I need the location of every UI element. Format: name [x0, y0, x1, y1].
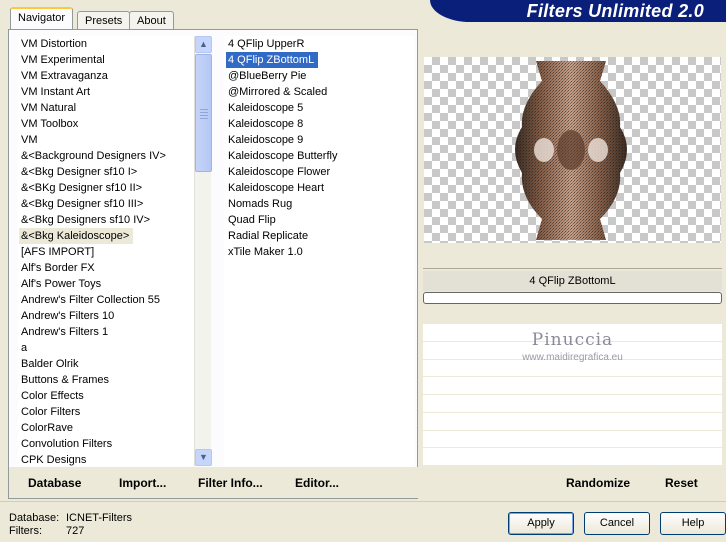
list-item[interactable]: ColorRave: [19, 422, 73, 434]
list-item[interactable]: Andrew's Filters 10: [19, 310, 114, 322]
watermark-url: www.maidiregrafica.eu: [522, 352, 623, 363]
list-item[interactable]: a: [19, 342, 27, 354]
list-item[interactable]: @BlueBerry Pie: [226, 70, 306, 82]
scroll-down-button[interactable]: ▼: [195, 449, 212, 466]
right-action-bar: Randomize Reset: [423, 467, 722, 498]
reset-button[interactable]: Reset: [665, 476, 698, 490]
list-item[interactable]: VM Distortion: [19, 38, 87, 50]
list-item[interactable]: &<Bkg Designers sf10 IV>: [19, 214, 150, 226]
database-value: ICNET-Filters: [66, 512, 132, 524]
list-item[interactable]: @Mirrored & Scaled: [226, 86, 327, 98]
list-item[interactable]: Kaleidoscope Heart: [226, 182, 324, 194]
list-item[interactable]: VM Instant Art: [19, 86, 90, 98]
list-item[interactable]: VM Extravaganza: [19, 70, 108, 82]
list-item[interactable]: VM Toolbox: [19, 118, 78, 130]
list-item[interactable]: &<Bkg Designer sf10 I>: [19, 166, 137, 178]
list-item[interactable]: Radial Replicate: [226, 230, 308, 242]
tab-navigator[interactable]: Navigator: [10, 7, 74, 29]
category-list-scrollbar[interactable]: ▲ ▼: [194, 36, 212, 466]
app-title-banner: Filters Unlimited 2.0: [430, 0, 726, 22]
list-item[interactable]: &<Bkg Designer sf10 III>: [19, 198, 143, 210]
list-item[interactable]: 4 QFlip UpperR: [226, 38, 304, 50]
filters-label: Filters:: [9, 525, 42, 537]
preview-image: [424, 57, 721, 243]
list-item[interactable]: Andrew's Filters 1: [19, 326, 108, 338]
filters-count: 727: [66, 525, 85, 537]
list-item[interactable]: Balder Olrik: [19, 358, 78, 370]
list-item[interactable]: Kaleidoscope 5: [226, 102, 303, 114]
filter-list[interactable]: 4 QFlip UpperR 4 QFlip ZBottomL @BlueBerry…: [224, 36, 414, 466]
import-button[interactable]: Import...: [119, 476, 166, 490]
list-item[interactable]: Color Filters: [19, 406, 80, 418]
list-item[interactable]: VM: [19, 134, 38, 146]
database-button[interactable]: Database: [28, 476, 81, 490]
category-list[interactable]: VM Distortion VM Experimental VM Extravaga…: [18, 36, 194, 466]
list-item[interactable]: Alf's Power Toys: [19, 278, 101, 290]
list-item[interactable]: [AFS IMPORT]: [19, 246, 94, 258]
apply-button[interactable]: Apply: [508, 512, 574, 535]
list-item[interactable]: VM Experimental: [19, 54, 105, 66]
scroll-up-button[interactable]: ▲: [195, 36, 212, 53]
list-item[interactable]: VM Natural: [19, 102, 76, 114]
list-item[interactable]: Buttons & Frames: [19, 374, 109, 386]
filter-info-button[interactable]: Filter Info...: [198, 476, 263, 490]
randomize-button[interactable]: Randomize: [566, 476, 630, 490]
list-item[interactable]: Color Effects: [19, 390, 84, 402]
list-item[interactable]: Alf's Border FX: [19, 262, 95, 274]
list-item[interactable]: &<BKg Designer sf10 II>: [19, 182, 142, 194]
list-item[interactable]: &<Bkg Kaleidoscope>: [19, 228, 134, 244]
cancel-button[interactable]: Cancel: [584, 512, 650, 535]
list-item[interactable]: Convolution Filters: [19, 438, 112, 450]
list-item[interactable]: 4 QFlip ZBottomL: [226, 52, 319, 68]
help-button[interactable]: Help: [660, 512, 726, 535]
left-action-bar: Database Import... Filter Info... Editor…: [9, 467, 418, 498]
tab-about[interactable]: About: [129, 11, 174, 31]
scroll-thumb[interactable]: [195, 54, 212, 172]
database-label: Database:: [9, 512, 60, 524]
editor-button[interactable]: Editor...: [295, 476, 339, 490]
list-item[interactable]: xTile Maker 1.0: [226, 246, 303, 258]
list-item[interactable]: Nomads Rug: [226, 198, 292, 210]
list-item[interactable]: Kaleidoscope 8: [226, 118, 303, 130]
list-item[interactable]: Quad Flip: [226, 214, 276, 226]
watermark-title: Pinuccia: [531, 330, 614, 350]
list-item[interactable]: Andrew's Filter Collection 55: [19, 294, 160, 306]
list-item[interactable]: CPK Designs: [19, 454, 86, 466]
tab-presets[interactable]: Presets: [77, 11, 131, 31]
list-item[interactable]: Kaleidoscope Butterfly: [226, 150, 337, 162]
list-item[interactable]: &<Background Designers IV>: [19, 150, 166, 162]
kaleidoscope-preview-art: [515, 61, 627, 240]
progress-bar: [423, 292, 722, 304]
list-item[interactable]: Kaleidoscope Flower: [226, 166, 330, 178]
selected-filter-name: 4 QFlip ZBottomL: [423, 271, 722, 291]
list-item[interactable]: Kaleidoscope 9: [226, 134, 303, 146]
